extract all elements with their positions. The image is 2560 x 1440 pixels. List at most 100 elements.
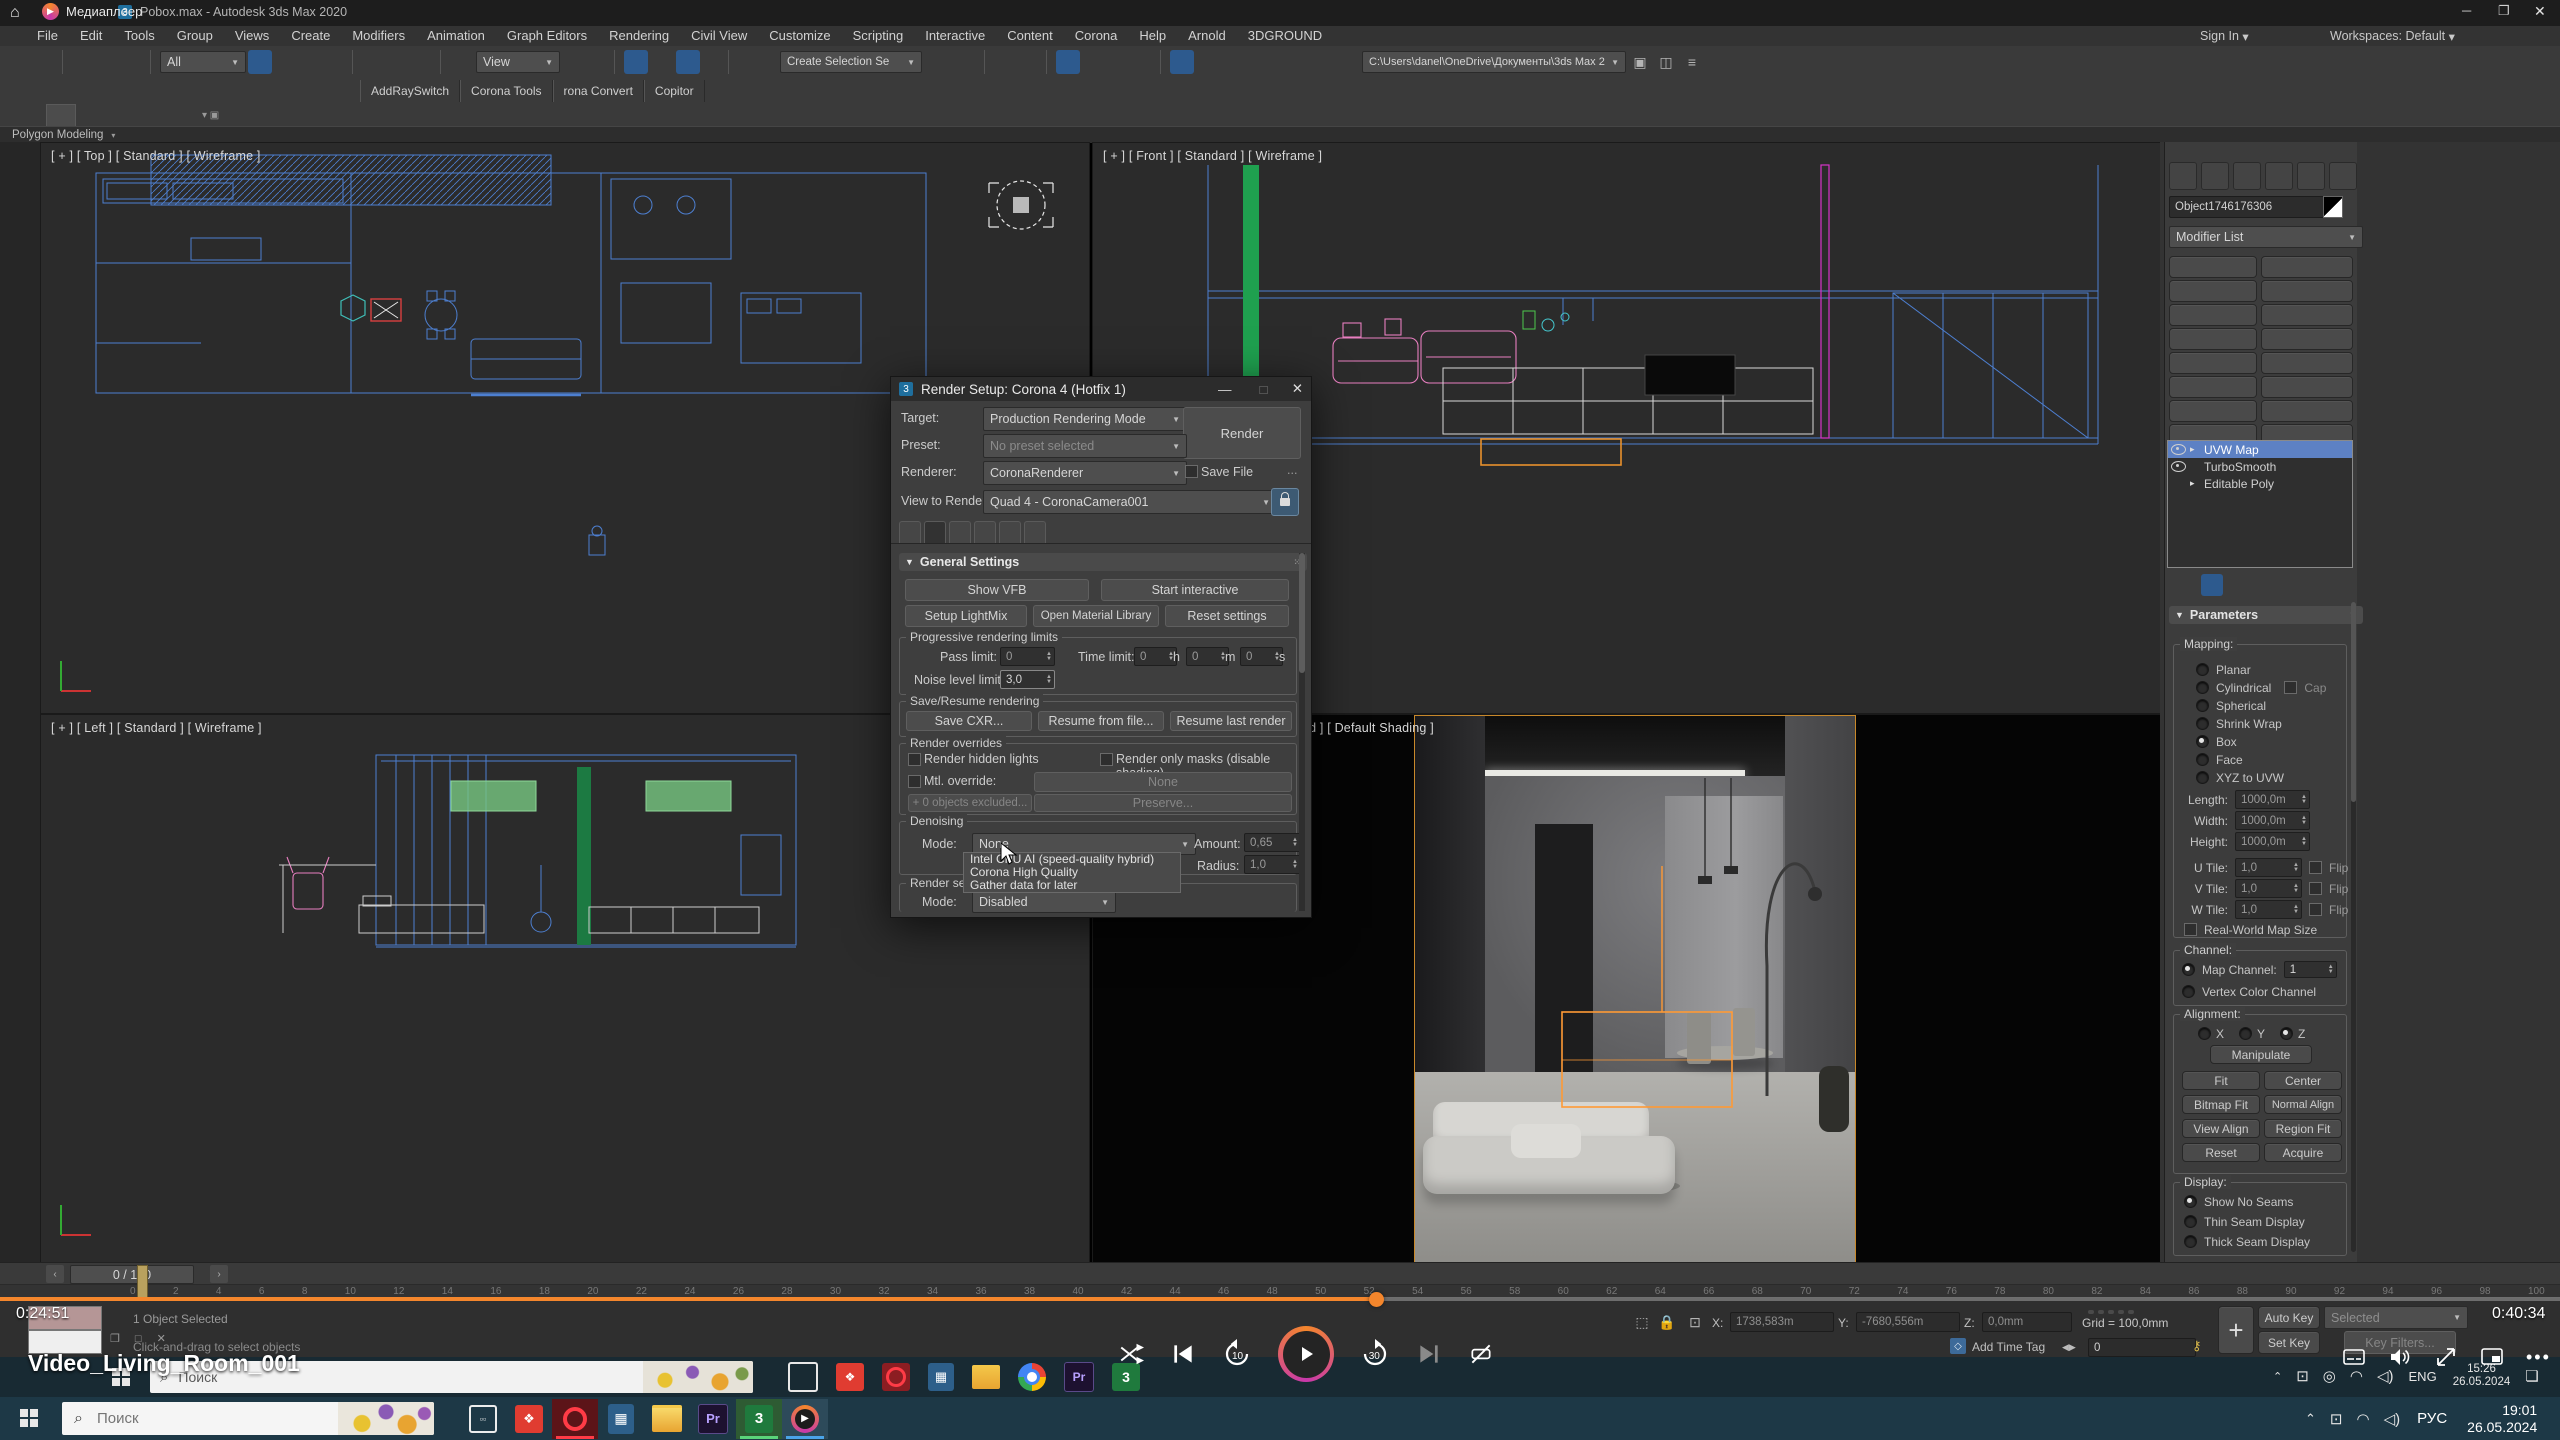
taskbar-search-box[interactable]: ⌕: [62, 1402, 434, 1435]
playback-button[interactable]: [2108, 1310, 2114, 1314]
create-selection-set-dropdown[interactable]: Create Selection Se▼: [780, 51, 922, 73]
player-minimize-icon[interactable]: ─: [2462, 3, 2471, 18]
taskbar-premiere-pro-icon[interactable]: Pr: [690, 1399, 736, 1439]
playback-button[interactable]: [2128, 1310, 2134, 1314]
toolbar-icon[interactable]: [62, 81, 83, 102]
dialog-tab[interactable]: [974, 521, 996, 544]
menu-item[interactable]: Edit: [69, 26, 113, 46]
new-key-button[interactable]: +: [2218, 1306, 2254, 1354]
align-z-radio[interactable]: Z: [2280, 1027, 2305, 1041]
expand-arrow-icon[interactable]: ▸: [2190, 444, 2200, 455]
panel-tab-icon[interactable]: [2169, 162, 2197, 190]
player-maximize-icon[interactable]: ❐: [2498, 3, 2510, 19]
toolbar-icon[interactable]: [414, 50, 438, 74]
isolate-selection-icon[interactable]: ▣: [1628, 50, 1652, 74]
modifier-button[interactable]: [2169, 328, 2257, 350]
modifier-button[interactable]: [2169, 280, 2257, 302]
lock-selection-icon[interactable]: 🔒: [1655, 1310, 1679, 1334]
menu-item[interactable]: Animation: [416, 26, 496, 46]
toolbar-icon[interactable]: [720, 81, 741, 102]
menu-item[interactable]: Help: [1128, 26, 1177, 46]
player-progress-handle[interactable]: [1369, 1292, 1384, 1307]
taskbar-recorder-icon[interactable]: ❖: [506, 1399, 552, 1439]
toolbar-icon[interactable]: [62, 50, 70, 74]
toolbar-icon[interactable]: [110, 81, 131, 102]
set-key-button[interactable]: Set Key: [2258, 1331, 2320, 1354]
repeat-off-icon[interactable]: [1468, 1341, 1494, 1367]
playback-button[interactable]: [2118, 1310, 2124, 1314]
modifier-button[interactable]: [2261, 304, 2353, 326]
mapping-radio-row[interactable]: Cylindrical Cap: [2196, 679, 2326, 696]
show-vfb-button[interactable]: Show VFB: [905, 579, 1089, 601]
resume-from-file-button[interactable]: Resume from file...: [1038, 711, 1164, 731]
align-y-radio[interactable]: [2239, 1027, 2252, 1040]
stack-toolbar-icon[interactable]: [2201, 574, 2223, 596]
forward-30-icon[interactable]: 30: [1360, 1339, 1390, 1369]
modifier-button[interactable]: [2261, 256, 2353, 278]
preset-dropdown[interactable]: No preset selected▼: [983, 434, 1187, 458]
radio-icon[interactable]: [2196, 663, 2209, 676]
toolbar-icon[interactable]: [38, 81, 59, 102]
display-radio-row[interactable]: Thin Seam Display: [2184, 1213, 2310, 1230]
view-to-render-dropdown[interactable]: Quad 4 - CoronaCamera001▼: [983, 490, 1277, 514]
save-cxr-button[interactable]: Save CXR...: [906, 711, 1032, 731]
region-fit-button[interactable]: Region Fit: [2264, 1119, 2342, 1138]
object-color-swatch[interactable]: [2323, 196, 2343, 218]
panel-tab-icon[interactable]: [2329, 162, 2357, 190]
tray-cast-icon[interactable]: ⊡: [2330, 1410, 2343, 1428]
tray-chevron-icon[interactable]: ⌃: [2305, 1411, 2316, 1427]
pass-limit-spinner[interactable]: 0▲▼: [1000, 647, 1055, 666]
toolbar-icon[interactable]: [134, 81, 155, 102]
toolbar-icon[interactable]: [1160, 50, 1168, 74]
save-file-checkbox[interactable]: [1185, 465, 1198, 478]
shuffle-icon[interactable]: [1118, 1341, 1144, 1367]
toolbar-icon[interactable]: [768, 81, 789, 102]
subtitles-icon[interactable]: [2342, 1345, 2366, 1369]
toolbar-icon[interactable]: [150, 50, 158, 74]
modifier-stack-item[interactable]: ▸ Editable Poly: [2168, 475, 2352, 492]
menu-item[interactable]: Create: [280, 26, 341, 46]
toolbar-icon[interactable]: [1046, 50, 1054, 74]
dialog-tab[interactable]: [949, 521, 971, 544]
modifier-stack-item[interactable]: ▸ UVW Map: [2168, 441, 2352, 458]
view-align-button[interactable]: View Align: [2182, 1119, 2260, 1138]
toolbar-icon[interactable]: [14, 81, 35, 102]
workspaces-dropdown[interactable]: Workspaces: Default ▾: [2330, 26, 2455, 46]
plugin-button[interactable]: Corona Tools: [460, 80, 553, 102]
expand-arrow-icon[interactable]: ▸: [2190, 478, 2200, 489]
trackbar-slider-handle[interactable]: [137, 1265, 148, 1299]
frame-step-icons[interactable]: ◀▶: [2062, 1342, 2076, 1353]
previous-track-icon[interactable]: [1170, 1341, 1196, 1367]
dialog-tab[interactable]: [924, 521, 946, 544]
toolbar-icon[interactable]: [254, 81, 275, 102]
start-interactive-button[interactable]: Start interactive: [1101, 579, 1289, 601]
time-slider-field[interactable]: 0 / 100: [70, 1265, 194, 1284]
menu-item[interactable]: Corona: [1064, 26, 1129, 46]
player-close-icon[interactable]: ✕: [2534, 3, 2546, 20]
cap-checkbox-label[interactable]: Cap: [2304, 681, 2326, 695]
toolbar-icon[interactable]: [1082, 50, 1106, 74]
menu-item[interactable]: Modifiers: [341, 26, 416, 46]
render-only-masks-checkbox[interactable]: [1100, 753, 1113, 766]
dialog-tab[interactable]: [1024, 521, 1046, 544]
stack-toolbar-icon[interactable]: [2171, 574, 2193, 596]
stack-toolbar-icon[interactable]: [2261, 574, 2283, 596]
more-options-icon[interactable]: •••: [2526, 1347, 2551, 1368]
taskbar-media-player-icon[interactable]: ▶: [782, 1399, 828, 1439]
preserve-button[interactable]: Preserve...: [1034, 794, 1292, 812]
panel-scrollbar[interactable]: [2351, 602, 2356, 1252]
picture-in-picture-icon[interactable]: [2480, 1345, 2504, 1369]
dialog-title-bar[interactable]: 3 Render Setup: Corona 4 (Hotfix 1) — □ …: [891, 377, 1311, 401]
modifier-button[interactable]: [2169, 376, 2257, 398]
amount-spinner[interactable]: 0,65▲▼: [1244, 833, 1301, 852]
toolbar-icon[interactable]: [278, 81, 299, 102]
volume-icon[interactable]: [2388, 1345, 2412, 1369]
manipulate-button[interactable]: Manipulate: [2210, 1045, 2312, 1064]
toolbar-icon[interactable]: [352, 50, 360, 74]
toolbar-icon[interactable]: [1108, 50, 1132, 74]
project-path-field[interactable]: C:\Users\danel\OneDrive\Документы\3ds Ma…: [1362, 51, 1626, 73]
plugin-button[interactable]: Copitor: [644, 80, 705, 102]
toolbar-icon[interactable]: [1020, 50, 1044, 74]
resume-last-render-button[interactable]: Resume last render: [1170, 711, 1292, 731]
menu-item[interactable]: Graph Editors: [496, 26, 598, 46]
